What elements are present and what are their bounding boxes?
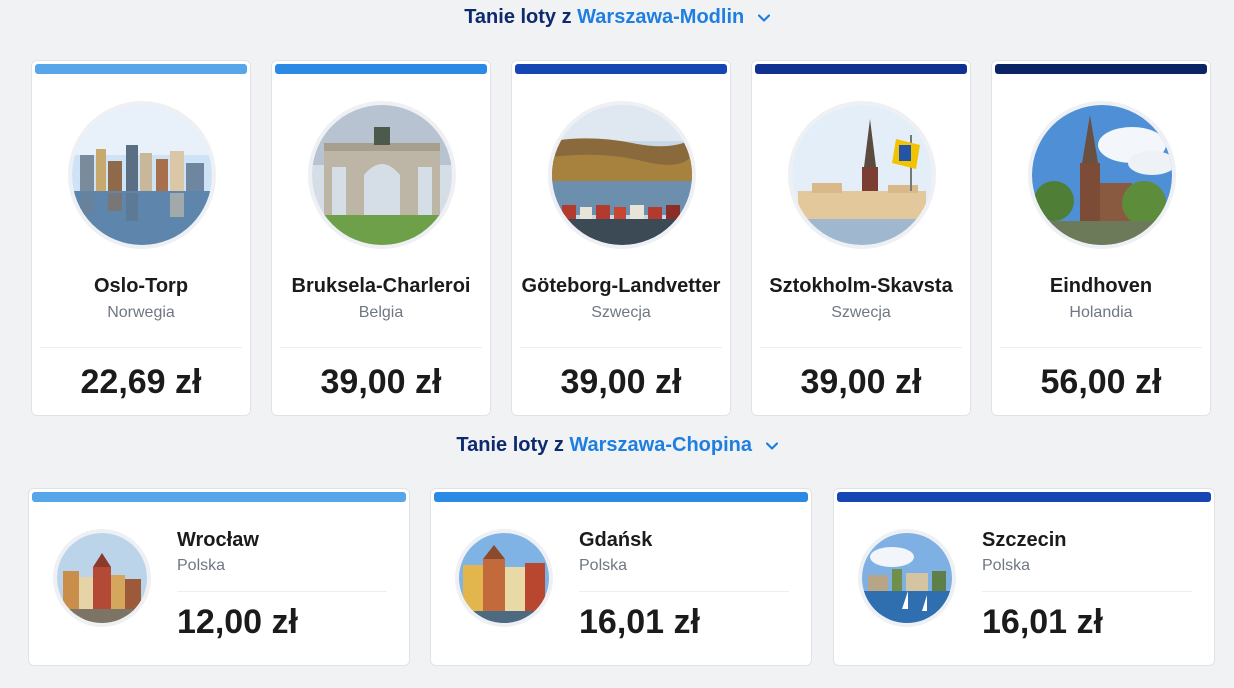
card-accent-bar xyxy=(515,64,727,74)
section-prefix: Tanie loty z xyxy=(464,6,578,28)
destination-price: 39,00 zł xyxy=(560,363,682,401)
destination-price: 16,01 zł xyxy=(982,603,1103,641)
card-divider xyxy=(520,347,722,348)
destination-card-sztokholm-skavsta[interactable]: Sztokholm-Skavsta Szwecja 39,00 zł xyxy=(751,60,971,416)
card-divider xyxy=(579,591,789,592)
chevron-down-icon[interactable] xyxy=(757,14,770,22)
card-divider xyxy=(982,591,1192,592)
gothenburg-coast-icon xyxy=(548,101,696,249)
destination-name: Göteborg-Landvetter xyxy=(521,275,721,297)
destination-price: 22,69 zł xyxy=(80,363,202,401)
destination-price: 56,00 zł xyxy=(1040,363,1162,401)
gdansk-townhouses-icon xyxy=(455,529,553,627)
destination-country: Polska xyxy=(579,557,628,574)
origin-airport-selector[interactable]: Warszawa-Chopina xyxy=(569,434,752,456)
destination-price: 39,00 zł xyxy=(800,363,922,401)
destination-card-bruksela-charleroi[interactable]: Bruksela-Charleroi Belgia 39,00 zł xyxy=(271,60,491,416)
card-divider xyxy=(1000,347,1202,348)
destination-price: 16,01 zł xyxy=(579,603,700,641)
origin-airport-selector[interactable]: Warszawa-Modlin xyxy=(577,6,744,28)
destination-card-gdansk[interactable]: Gdańsk Polska 16,01 zł xyxy=(430,488,812,666)
card-accent-bar xyxy=(755,64,967,74)
section-header-modlin[interactable]: Tanie loty z Warszawa-Modlin xyxy=(0,6,1234,29)
card-divider xyxy=(40,347,242,348)
chevron-down-icon[interactable] xyxy=(765,442,778,450)
destination-name: Bruksela-Charleroi xyxy=(291,275,471,297)
destination-country: Polska xyxy=(177,557,226,574)
destination-name: Szczecin xyxy=(982,529,1067,551)
destination-country: Norwegia xyxy=(107,304,175,321)
card-accent-bar xyxy=(837,492,1211,502)
section-header-chopina[interactable]: Tanie loty z Warszawa-Chopina xyxy=(0,434,1234,457)
section-prefix: Tanie loty z xyxy=(456,434,570,456)
card-divider xyxy=(177,591,387,592)
card-divider xyxy=(280,347,482,348)
destination-country: Belgia xyxy=(358,304,404,321)
card-divider xyxy=(760,347,962,348)
wroclaw-market-square-icon xyxy=(53,529,151,627)
card-accent-bar xyxy=(434,492,808,502)
destination-card-wroclaw[interactable]: Wrocław Polska 12,00 zł xyxy=(28,488,410,666)
destination-country: Polska xyxy=(982,557,1031,574)
card-accent-bar xyxy=(275,64,487,74)
szczecin-waterfront-icon xyxy=(858,529,956,627)
card-accent-bar xyxy=(995,64,1207,74)
card-accent-bar xyxy=(35,64,247,74)
oslo-waterfront-skyline-icon xyxy=(68,101,216,249)
stockholm-church-flag-icon xyxy=(788,101,936,249)
destination-name: Sztokholm-Skavsta xyxy=(769,275,953,297)
destination-country: Szwecja xyxy=(831,304,891,321)
destination-card-oslo-torp[interactable]: Oslo-Torp Norwegia 22,69 zł xyxy=(31,60,251,416)
card-accent-bar xyxy=(32,492,406,502)
eindhoven-church-icon xyxy=(1028,101,1176,249)
destination-name: Gdańsk xyxy=(579,529,653,551)
brussels-arch-icon xyxy=(308,101,456,249)
destination-name: Wrocław xyxy=(177,529,259,551)
destination-name: Oslo-Torp xyxy=(93,275,189,297)
destination-card-eindhoven[interactable]: Eindhoven Holandia 56,00 zł xyxy=(991,60,1211,416)
destination-country: Holandia xyxy=(1069,304,1133,321)
destination-price: 39,00 zł xyxy=(320,363,442,401)
destination-card-goteborg-landvetter[interactable]: Göteborg-Landvetter Szwecja 39,00 zł xyxy=(511,60,731,416)
destination-price: 12,00 zł xyxy=(177,603,298,641)
destination-country: Szwecja xyxy=(591,304,651,321)
destination-name: Eindhoven xyxy=(1049,275,1153,297)
destination-card-szczecin[interactable]: Szczecin Polska 16,01 zł xyxy=(833,488,1215,666)
